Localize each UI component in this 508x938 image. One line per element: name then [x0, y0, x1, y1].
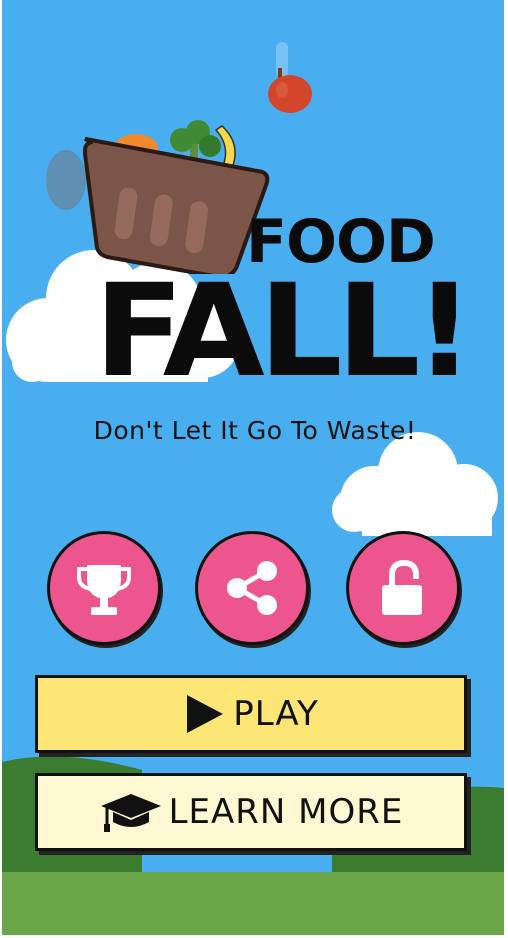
broccoli-icon	[170, 120, 221, 160]
leaderboard-button[interactable]	[47, 531, 161, 645]
trophy-icon	[77, 565, 131, 615]
learn-more-label: LEARN MORE	[168, 792, 404, 832]
tagline: Don't Let It Go To Waste!	[93, 416, 417, 445]
basket-icon	[82, 136, 270, 274]
play-button[interactable]: PLAY	[35, 675, 467, 753]
ground	[2, 872, 504, 935]
cloud-right	[332, 432, 498, 536]
play-icon	[187, 695, 224, 733]
title-fall: FALL!	[94, 257, 474, 406]
graduation-cap-icon	[100, 794, 161, 832]
learn-more-button[interactable]: LEARN MORE	[35, 773, 467, 851]
falling-apple	[268, 42, 312, 113]
unlock-icon	[382, 559, 422, 615]
apple-icon	[268, 75, 312, 113]
share-button[interactable]	[195, 531, 309, 645]
unlock-button[interactable]	[346, 531, 460, 645]
basket-with-food	[46, 120, 270, 274]
game-screen: FOOD FALL! Don't Let It Go To Waste! PLA…	[2, 0, 504, 935]
share-icon	[227, 561, 277, 615]
play-label: PLAY	[233, 694, 319, 734]
